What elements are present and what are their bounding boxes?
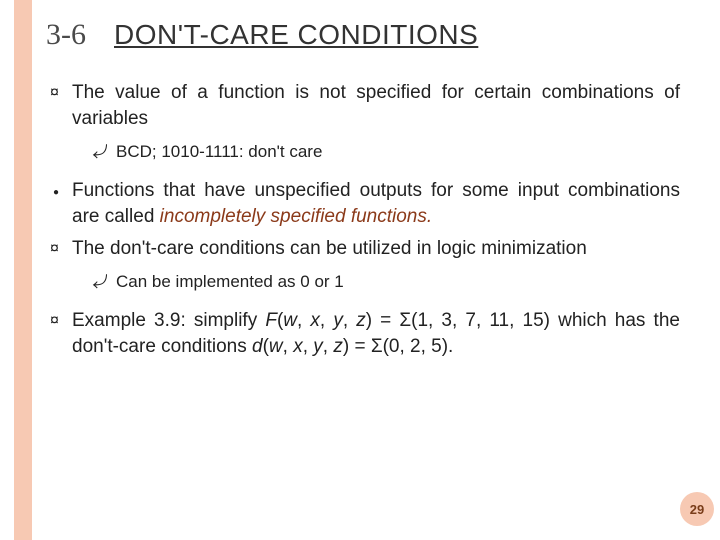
bullet-text: , bbox=[283, 336, 294, 357]
bullet-text: Example 3.9: simplify bbox=[72, 310, 265, 331]
bullet-text: , bbox=[303, 336, 314, 357]
math-var: x bbox=[310, 310, 320, 331]
page-number-badge: 29 bbox=[680, 492, 714, 526]
math-var: w bbox=[283, 310, 297, 331]
math-var: y bbox=[333, 310, 343, 331]
bullet-item: Functions that have unspecified outputs … bbox=[50, 178, 680, 229]
sub-bullet-text: Can be implemented as 0 or 1 bbox=[116, 272, 344, 291]
bullet-text: , bbox=[323, 336, 334, 357]
sub-bullet-text: BCD; 1010-1111: don't care bbox=[116, 142, 322, 161]
bullet-text: , bbox=[320, 310, 333, 331]
slide-body: 3-6 DON'T-CARE CONDITIONS The value of a… bbox=[46, 18, 680, 520]
bullet-text: The don't-care conditions can be utilize… bbox=[72, 238, 587, 259]
math-var: w bbox=[269, 336, 283, 357]
sub-list: Can be implemented as 0 or 1 bbox=[72, 271, 680, 294]
emphasized-term: incompletely specified functions. bbox=[160, 206, 432, 227]
math-var: z bbox=[356, 310, 366, 331]
bullet-text: The value of a function is not specified… bbox=[72, 82, 680, 129]
math-var: y bbox=[313, 336, 323, 357]
section-number: 3-6 bbox=[46, 18, 86, 52]
math-var: d bbox=[252, 336, 263, 357]
header: 3-6 DON'T-CARE CONDITIONS bbox=[46, 18, 680, 52]
page-number: 29 bbox=[690, 502, 704, 517]
bullet-item: The value of a function is not specified… bbox=[50, 80, 680, 164]
sub-bullet-item: Can be implemented as 0 or 1 bbox=[94, 271, 680, 294]
bullet-text: ) = Σ(0, 2, 5). bbox=[343, 336, 453, 357]
bullet-text: , bbox=[343, 310, 356, 331]
accent-bar bbox=[14, 0, 32, 540]
bullet-text: , bbox=[297, 310, 310, 331]
math-var: x bbox=[293, 336, 303, 357]
bullet-item: The don't-care conditions can be utilize… bbox=[50, 236, 680, 295]
sub-bullet-item: BCD; 1010-1111: don't care bbox=[94, 141, 680, 164]
math-var: F bbox=[265, 310, 277, 331]
sub-list: BCD; 1010-1111: don't care bbox=[72, 141, 680, 164]
bullet-item: Example 3.9: simplify F(w, x, y, z) = Σ(… bbox=[50, 308, 680, 359]
bullet-list: The value of a function is not specified… bbox=[46, 80, 680, 359]
page-title: DON'T-CARE CONDITIONS bbox=[114, 19, 478, 51]
math-var: z bbox=[333, 336, 343, 357]
